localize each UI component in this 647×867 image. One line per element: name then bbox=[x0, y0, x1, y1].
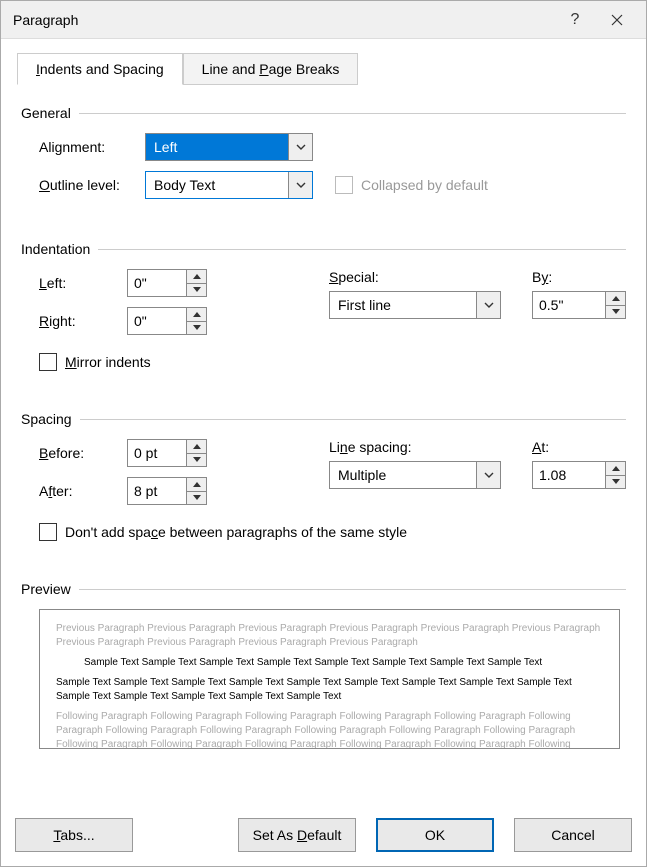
chevron-down-icon[interactable] bbox=[476, 292, 500, 318]
at-label: At: bbox=[532, 439, 626, 455]
collapsed-checkbox bbox=[335, 176, 353, 194]
alignment-label: Alignment: bbox=[39, 139, 145, 155]
before-spinner[interactable]: 0 pt bbox=[127, 439, 207, 467]
special-combo[interactable]: First line bbox=[329, 291, 501, 319]
line-spacing-label: Line spacing: bbox=[329, 439, 514, 455]
by-spinner[interactable]: 0.5" bbox=[532, 291, 626, 319]
preview-sample2: Sample Text Sample Text Sample Text Samp… bbox=[56, 676, 603, 704]
cancel-button[interactable]: Cancel bbox=[514, 818, 632, 852]
after-label: After: bbox=[39, 483, 127, 499]
spin-up[interactable] bbox=[606, 462, 625, 476]
tab-indents-spacing[interactable]: Indents and Spacing bbox=[17, 53, 183, 85]
spin-down[interactable] bbox=[606, 306, 625, 319]
alignment-combo[interactable]: Left bbox=[145, 133, 313, 161]
preview-box: Previous Paragraph Previous Paragraph Pr… bbox=[39, 609, 620, 749]
indent-left-spinner[interactable]: 0" bbox=[127, 269, 207, 297]
spin-up[interactable] bbox=[187, 308, 206, 322]
tab-line-page-breaks[interactable]: Line and Page Breaks bbox=[183, 53, 359, 85]
indent-right-spinner[interactable]: 0" bbox=[127, 307, 207, 335]
group-spacing: Spacing bbox=[21, 411, 626, 427]
close-button[interactable] bbox=[596, 4, 638, 36]
preview-sample1: Sample Text Sample Text Sample Text Samp… bbox=[84, 656, 603, 670]
spin-up[interactable] bbox=[187, 478, 206, 492]
collapsed-label: Collapsed by default bbox=[361, 177, 488, 193]
paragraph-dialog: Paragraph ? Indents and Spacing Line and… bbox=[0, 0, 647, 867]
dialog-title: Paragraph bbox=[13, 12, 554, 28]
preview-prev: Previous Paragraph Previous Paragraph Pr… bbox=[56, 622, 603, 650]
spin-down[interactable] bbox=[187, 284, 206, 297]
group-general: General bbox=[21, 105, 626, 121]
ok-button[interactable]: OK bbox=[376, 818, 494, 852]
indent-left-label: Left: bbox=[39, 275, 127, 291]
mirror-checkbox[interactable] bbox=[39, 353, 57, 371]
after-spinner[interactable]: 8 pt bbox=[127, 477, 207, 505]
help-button[interactable]: ? bbox=[554, 4, 596, 36]
at-spinner[interactable]: 1.08 bbox=[532, 461, 626, 489]
outline-combo[interactable]: Body Text bbox=[145, 171, 313, 199]
spin-up[interactable] bbox=[187, 270, 206, 284]
set-default-button[interactable]: Set As Default bbox=[238, 818, 356, 852]
spin-down[interactable] bbox=[606, 476, 625, 489]
spin-down[interactable] bbox=[187, 454, 206, 467]
preview-follow: Following Paragraph Following Paragraph … bbox=[56, 710, 603, 749]
line-spacing-combo[interactable]: Multiple bbox=[329, 461, 501, 489]
chevron-down-icon[interactable] bbox=[288, 134, 312, 160]
tab-strip: Indents and Spacing Line and Page Breaks bbox=[1, 39, 646, 85]
spin-down[interactable] bbox=[187, 492, 206, 505]
dontadd-checkbox[interactable] bbox=[39, 523, 57, 541]
special-label: Special: bbox=[329, 269, 514, 285]
group-indentation: Indentation bbox=[21, 241, 626, 257]
by-label: By: bbox=[532, 269, 626, 285]
close-icon bbox=[611, 14, 623, 26]
tabs-button[interactable]: Tabs... bbox=[15, 818, 133, 852]
chevron-down-icon[interactable] bbox=[476, 462, 500, 488]
before-label: Before: bbox=[39, 445, 127, 461]
spin-up[interactable] bbox=[606, 292, 625, 306]
group-preview: Preview bbox=[21, 581, 626, 597]
dontadd-label: Don't add space between paragraphs of th… bbox=[65, 524, 407, 540]
spin-down[interactable] bbox=[187, 322, 206, 335]
titlebar: Paragraph ? bbox=[1, 1, 646, 39]
mirror-label: Mirror indents bbox=[65, 354, 151, 370]
indent-right-label: Right: bbox=[39, 313, 127, 329]
spin-up[interactable] bbox=[187, 440, 206, 454]
dialog-footer: Tabs... Set As Default OK Cancel bbox=[1, 806, 646, 866]
outline-label: Outline level: bbox=[39, 177, 145, 193]
dialog-body: General Alignment: Left Outline level: B… bbox=[1, 85, 646, 806]
chevron-down-icon[interactable] bbox=[288, 172, 312, 198]
